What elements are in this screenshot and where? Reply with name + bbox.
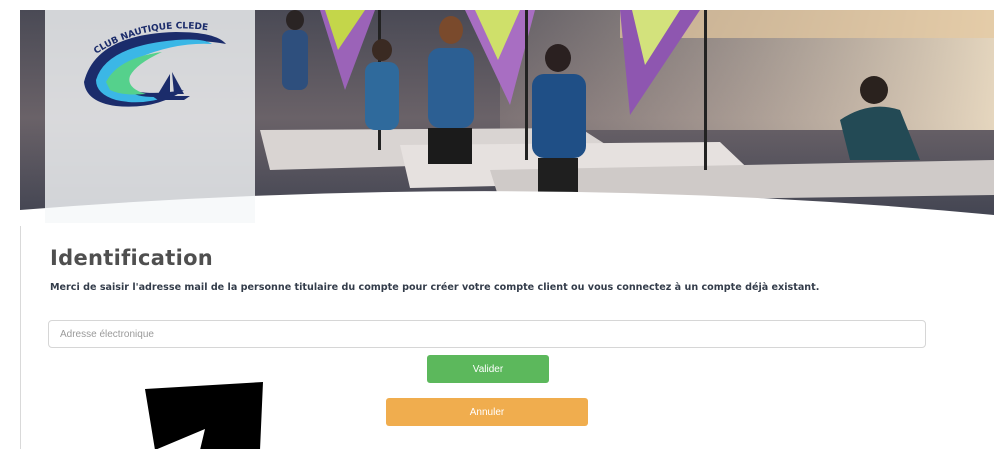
instructions-text: Merci de saisir l'adresse mail de la per… (50, 282, 820, 293)
email-input[interactable] (48, 320, 926, 348)
club-logo: CLUB NAUTIQUE CLEDEROIS (66, 14, 226, 107)
page-title: Identification (50, 246, 214, 270)
cancel-button[interactable]: Annuler (386, 398, 588, 426)
hero-banner: CLUB NAUTIQUE CLEDEROIS (20, 10, 994, 226)
arrow-pointer-icon (145, 382, 263, 449)
validate-button[interactable]: Valider (427, 355, 549, 383)
